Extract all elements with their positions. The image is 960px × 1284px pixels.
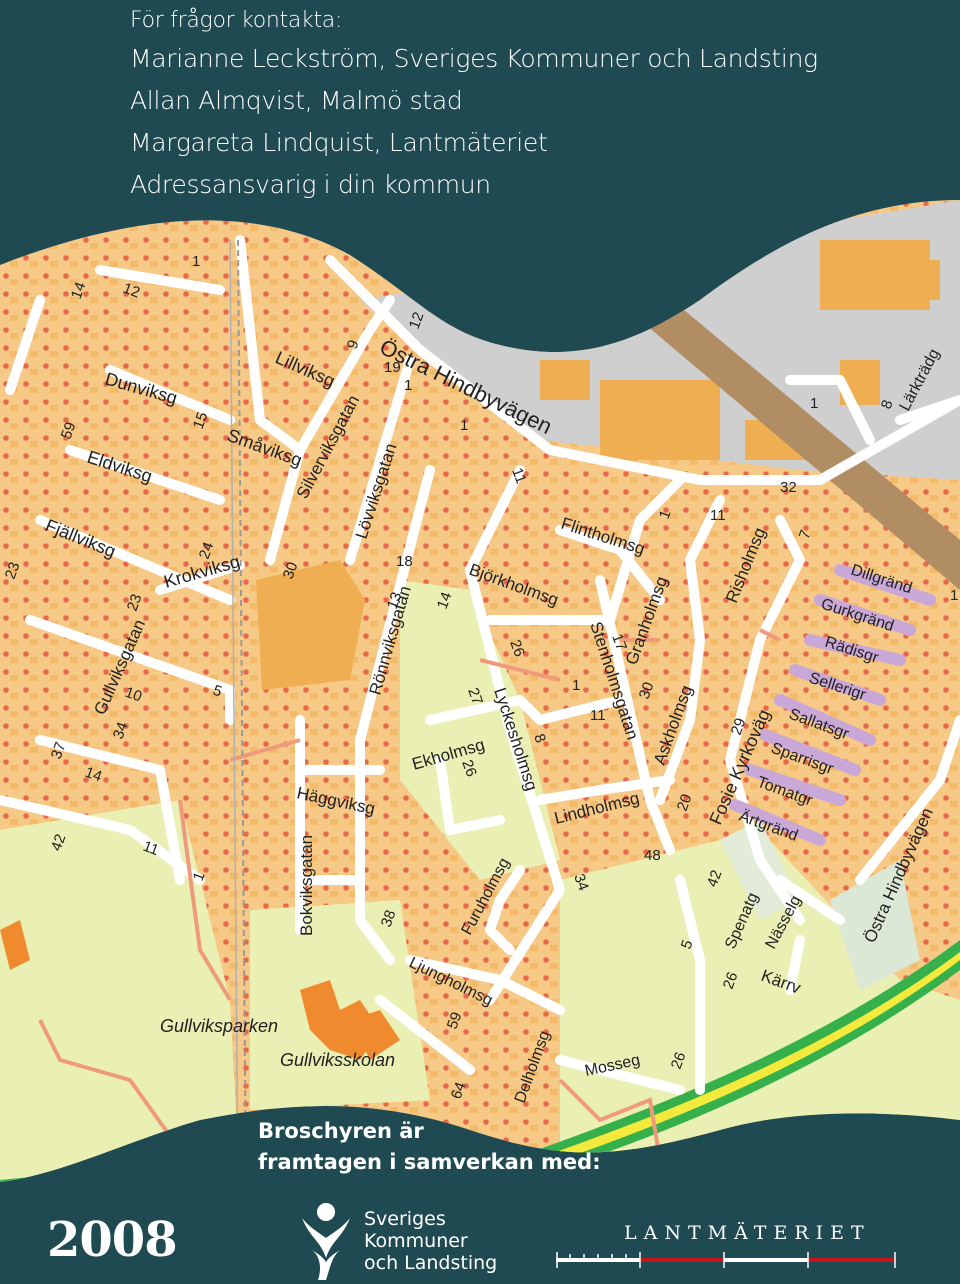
- map-area: Östra Hindbyvägen Dunviksg Eldviksg Fjäl…: [0, 200, 960, 1182]
- skl-logo-icon: [302, 1203, 350, 1280]
- building: [880, 260, 940, 300]
- skl-line: Kommuner: [364, 1230, 468, 1252]
- house-number: 48: [644, 847, 661, 864]
- contact-item: Allan Almqvist, Malmö stad: [130, 86, 463, 115]
- building: [256, 560, 365, 690]
- lantmateriet-label: LANTMÄTERIET: [624, 1222, 871, 1244]
- street-label: Bokviksgatan: [297, 835, 316, 936]
- house-number: 1: [810, 395, 818, 412]
- house-number: 19: [384, 359, 401, 376]
- collaboration-line: framtagen i samverkan med:: [258, 1150, 601, 1174]
- brochure-page: Östra Hindbyvägen Dunviksg Eldviksg Fjäl…: [0, 0, 960, 1284]
- contact-heading: För frågor kontakta:: [130, 8, 343, 33]
- place-label: Gullviksparken: [160, 1016, 278, 1036]
- skl-line: Sveriges: [364, 1208, 446, 1230]
- house-number: 1: [192, 253, 200, 270]
- place-label: Gullviksskolan: [280, 1050, 395, 1070]
- house-number: 11: [590, 707, 606, 724]
- skl-name: Sveriges Kommuner och Landsting: [364, 1208, 497, 1274]
- house-number: 1: [572, 677, 580, 694]
- gullviksparken-area: [250, 900, 430, 1110]
- house-number: 1: [950, 587, 958, 604]
- building: [540, 360, 590, 400]
- house-number: 11: [710, 507, 726, 524]
- contact-item: Marianne Leckström, Sveriges Kommuner oc…: [130, 44, 818, 73]
- contact-item: Margareta Lindquist, Lantmäteriet: [130, 128, 548, 157]
- house-number: 1: [460, 417, 468, 434]
- collaboration-line: Broschyren är: [258, 1119, 424, 1143]
- house-number: 32: [780, 479, 797, 496]
- contact-list: För frågor kontakta: Marianne Leckström,…: [130, 4, 818, 206]
- building: [600, 380, 720, 460]
- contact-item: Adressansvarig i din kommun: [130, 170, 491, 199]
- year-label: 2008: [47, 1212, 178, 1268]
- lantmateriet-scale-icon: [556, 1252, 896, 1268]
- house-number: 1: [404, 377, 412, 394]
- skl-line: och Landsting: [364, 1252, 498, 1274]
- collaboration-text: Broschyren är framtagen i samverkan med:: [258, 1116, 601, 1178]
- house-number: 18: [396, 553, 413, 570]
